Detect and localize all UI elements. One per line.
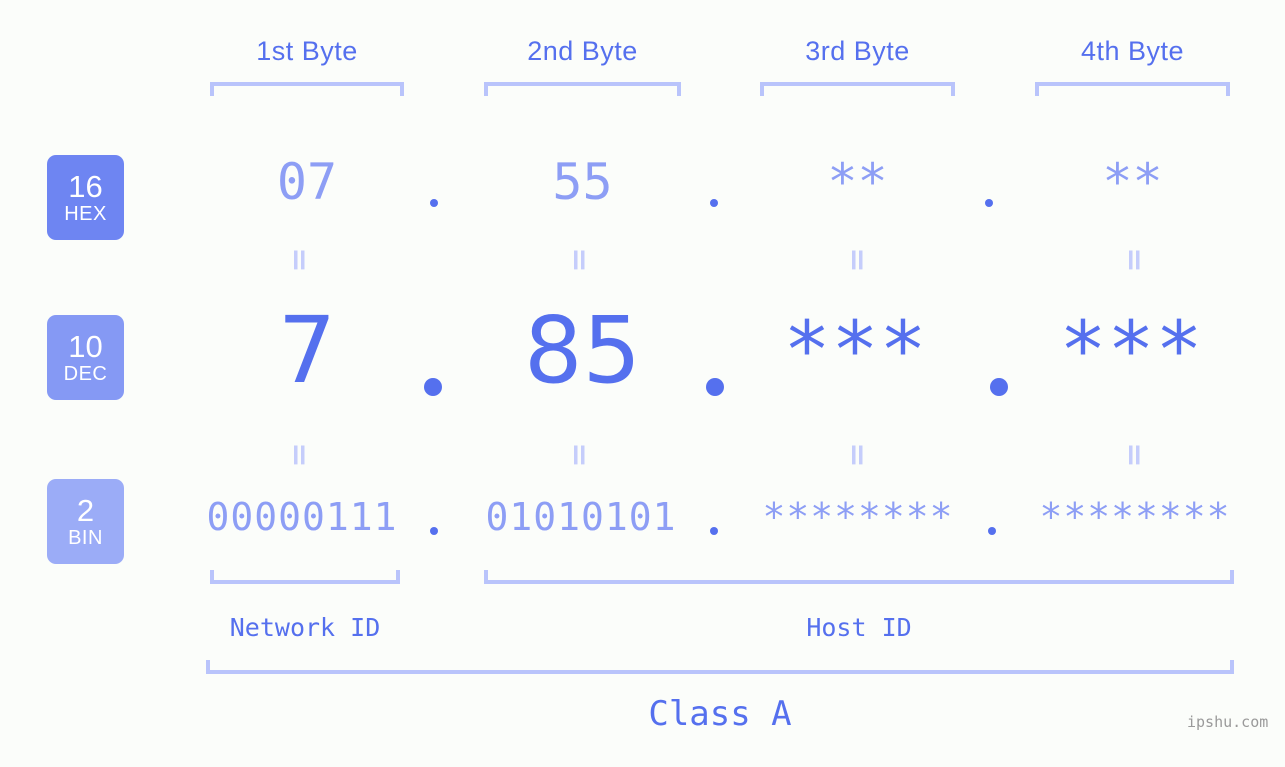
- equals-dec-bin-2: =: [561, 442, 597, 468]
- watermark: ipshu.com: [1187, 713, 1269, 731]
- dec-byte-1: 7: [277, 297, 337, 404]
- class-label: Class A: [648, 694, 792, 734]
- base-badge-dec-name: DEC: [63, 362, 108, 385]
- network-id-label: Network ID: [229, 613, 381, 642]
- bin-byte-4: ********: [1039, 495, 1231, 539]
- base-badge-dec-number: 10: [68, 328, 103, 364]
- base-badge-hex-name: HEX: [64, 202, 107, 225]
- bin-byte-1: 00000111: [206, 495, 398, 539]
- base-badge-bin-name: BIN: [68, 526, 103, 549]
- base-badge-bin-number: 2: [76, 492, 95, 528]
- equals-dec-bin-3: =: [839, 442, 875, 468]
- hex-byte-1: 07: [276, 153, 338, 211]
- byte-bracket-3: [760, 82, 955, 96]
- byte-header-4: 4th Byte: [1080, 36, 1185, 66]
- host-id-bracket: [484, 570, 1234, 584]
- byte-bracket-1: [210, 82, 404, 96]
- equals-dec-bin-4: =: [1116, 442, 1152, 468]
- network-id-bracket: [210, 570, 400, 584]
- byte-bracket-4: [1035, 82, 1230, 96]
- base-badge-hex-number: 16: [68, 168, 103, 204]
- hex-byte-4: **: [1102, 153, 1163, 211]
- equals-hex-dec-3: =: [839, 247, 875, 273]
- base-badge-bin: 2 BIN: [47, 479, 124, 564]
- dec-byte-2: 85: [523, 297, 642, 404]
- class-bracket: [206, 660, 1234, 674]
- equals-dec-bin-1: =: [281, 442, 317, 468]
- hex-byte-2: 55: [552, 153, 613, 211]
- hex-dot-1: [430, 199, 438, 207]
- bin-byte-2: 01010101: [485, 495, 677, 539]
- host-id-label: Host ID: [806, 613, 912, 642]
- hex-byte-3: **: [827, 153, 888, 211]
- dec-byte-3: ***: [783, 306, 928, 396]
- byte-header-3: 3rd Byte: [805, 36, 910, 66]
- ip-address-diagram: 1st Byte 2nd Byte 3rd Byte 4th Byte 16 H…: [0, 0, 1285, 767]
- dec-byte-4: ***: [1059, 306, 1204, 396]
- hex-dot-3: [985, 199, 993, 207]
- dec-dot-2: [706, 378, 724, 396]
- dec-dot-3: [990, 378, 1008, 396]
- base-badge-dec: 10 DEC: [47, 315, 124, 400]
- bin-dot-1: [430, 527, 438, 535]
- bin-dot-2: [710, 527, 718, 535]
- byte-bracket-2: [484, 82, 681, 96]
- equals-hex-dec-2: =: [561, 247, 597, 273]
- base-badge-hex: 16 HEX: [47, 155, 124, 240]
- byte-header-1: 1st Byte: [256, 36, 358, 66]
- hex-dot-2: [710, 199, 718, 207]
- dec-dot-1: [424, 378, 442, 396]
- bin-dot-3: [988, 527, 996, 535]
- equals-hex-dec-4: =: [1116, 247, 1152, 273]
- equals-hex-dec-1: =: [281, 247, 317, 273]
- byte-header-2: 2nd Byte: [527, 36, 638, 66]
- bin-byte-3: ********: [762, 495, 954, 539]
